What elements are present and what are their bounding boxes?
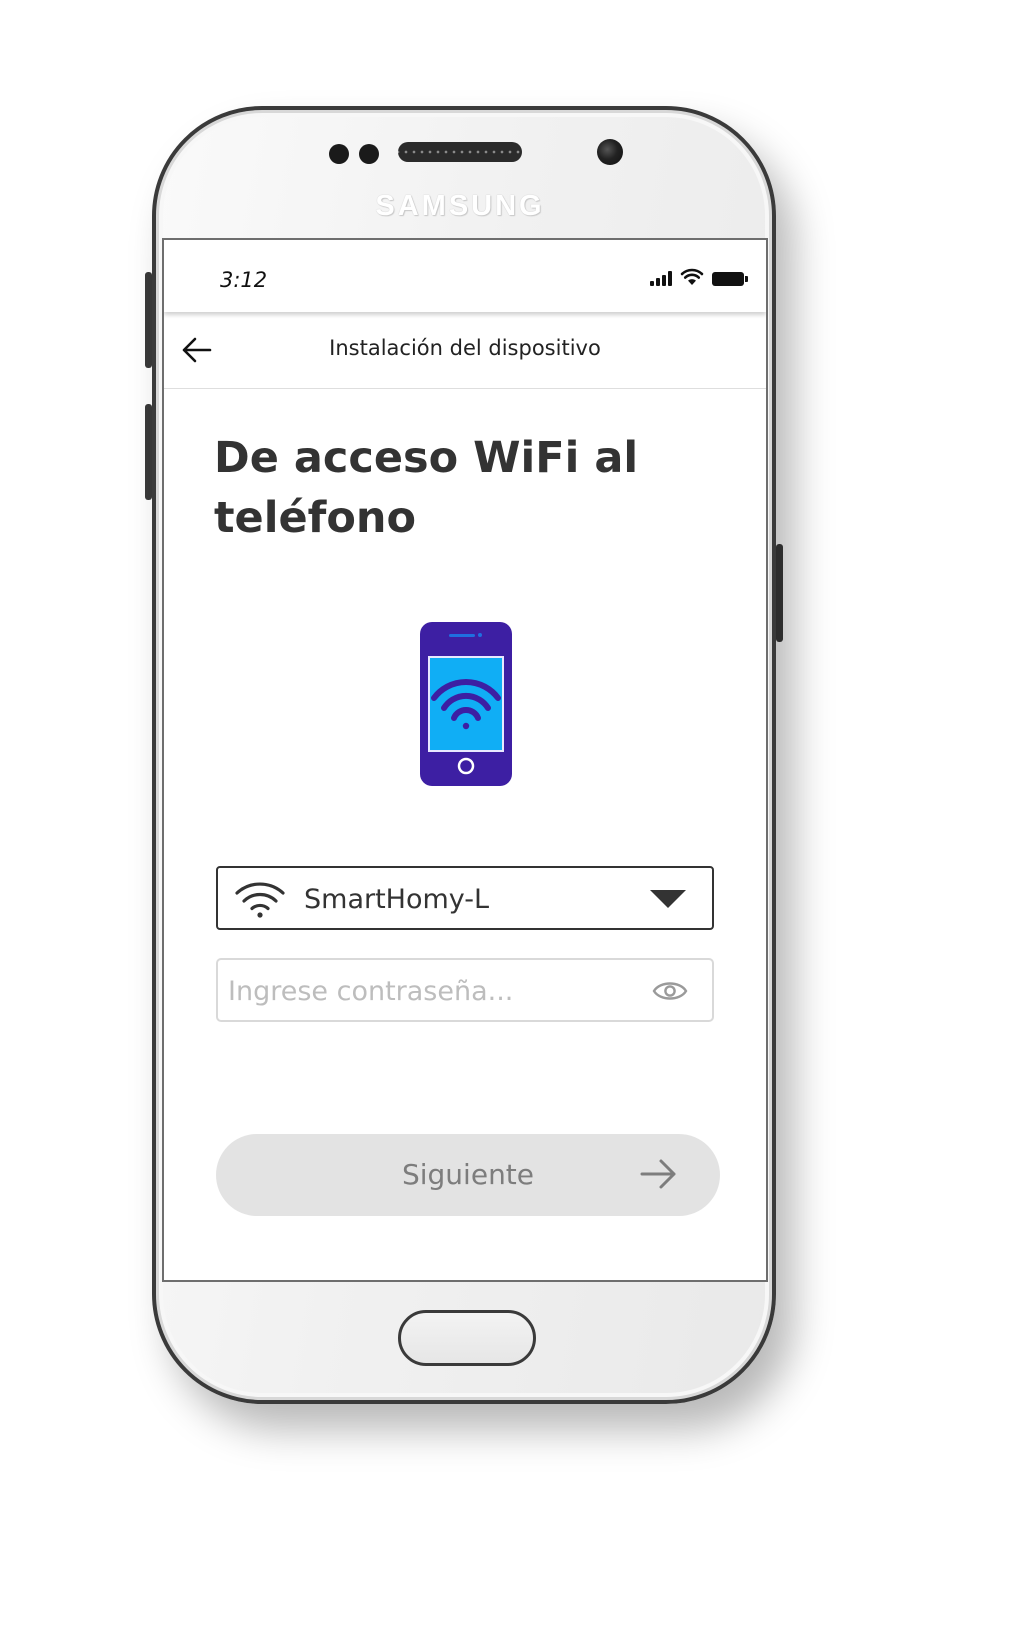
power-button[interactable] (776, 544, 783, 642)
password-field[interactable] (216, 958, 714, 1022)
wifi-icon (235, 882, 285, 918)
selected-network-name: SmartHomy-L (304, 884, 490, 915)
sensor-dot-icon (359, 144, 379, 164)
battery-icon (712, 272, 748, 286)
front-camera-icon (597, 139, 623, 165)
arrow-right-icon (640, 1159, 676, 1189)
next-button[interactable]: Siguiente (216, 1134, 720, 1216)
wifi-access-heading: De acceso WiFi al teléfono (214, 433, 639, 543)
earpiece-speaker (398, 142, 522, 162)
volume-down-button[interactable] (145, 404, 152, 500)
volume-up-button[interactable] (145, 272, 152, 368)
status-time: 3:12 (220, 268, 268, 292)
signal-icon (650, 270, 672, 286)
wifi-network-select[interactable]: SmartHomy-L (216, 866, 714, 930)
app-bar: Instalación del dispositivo (164, 312, 766, 389)
phone-wifi-icon (420, 622, 512, 786)
page-title: Instalación del dispositivo (329, 336, 601, 360)
password-input[interactable] (226, 968, 640, 1014)
phone-screen: 3:12 Instalación del dispositivo De acce… (162, 238, 768, 1282)
sensor-dot-icon (329, 144, 349, 164)
eye-icon[interactable] (652, 978, 688, 1004)
caret-down-icon (650, 890, 686, 908)
status-bar: 3:12 (164, 240, 766, 312)
wifi-icon (680, 268, 704, 285)
device-brand-logo: SAMSUNG (375, 190, 545, 222)
home-button[interactable] (398, 1310, 536, 1366)
status-icons (650, 264, 748, 286)
